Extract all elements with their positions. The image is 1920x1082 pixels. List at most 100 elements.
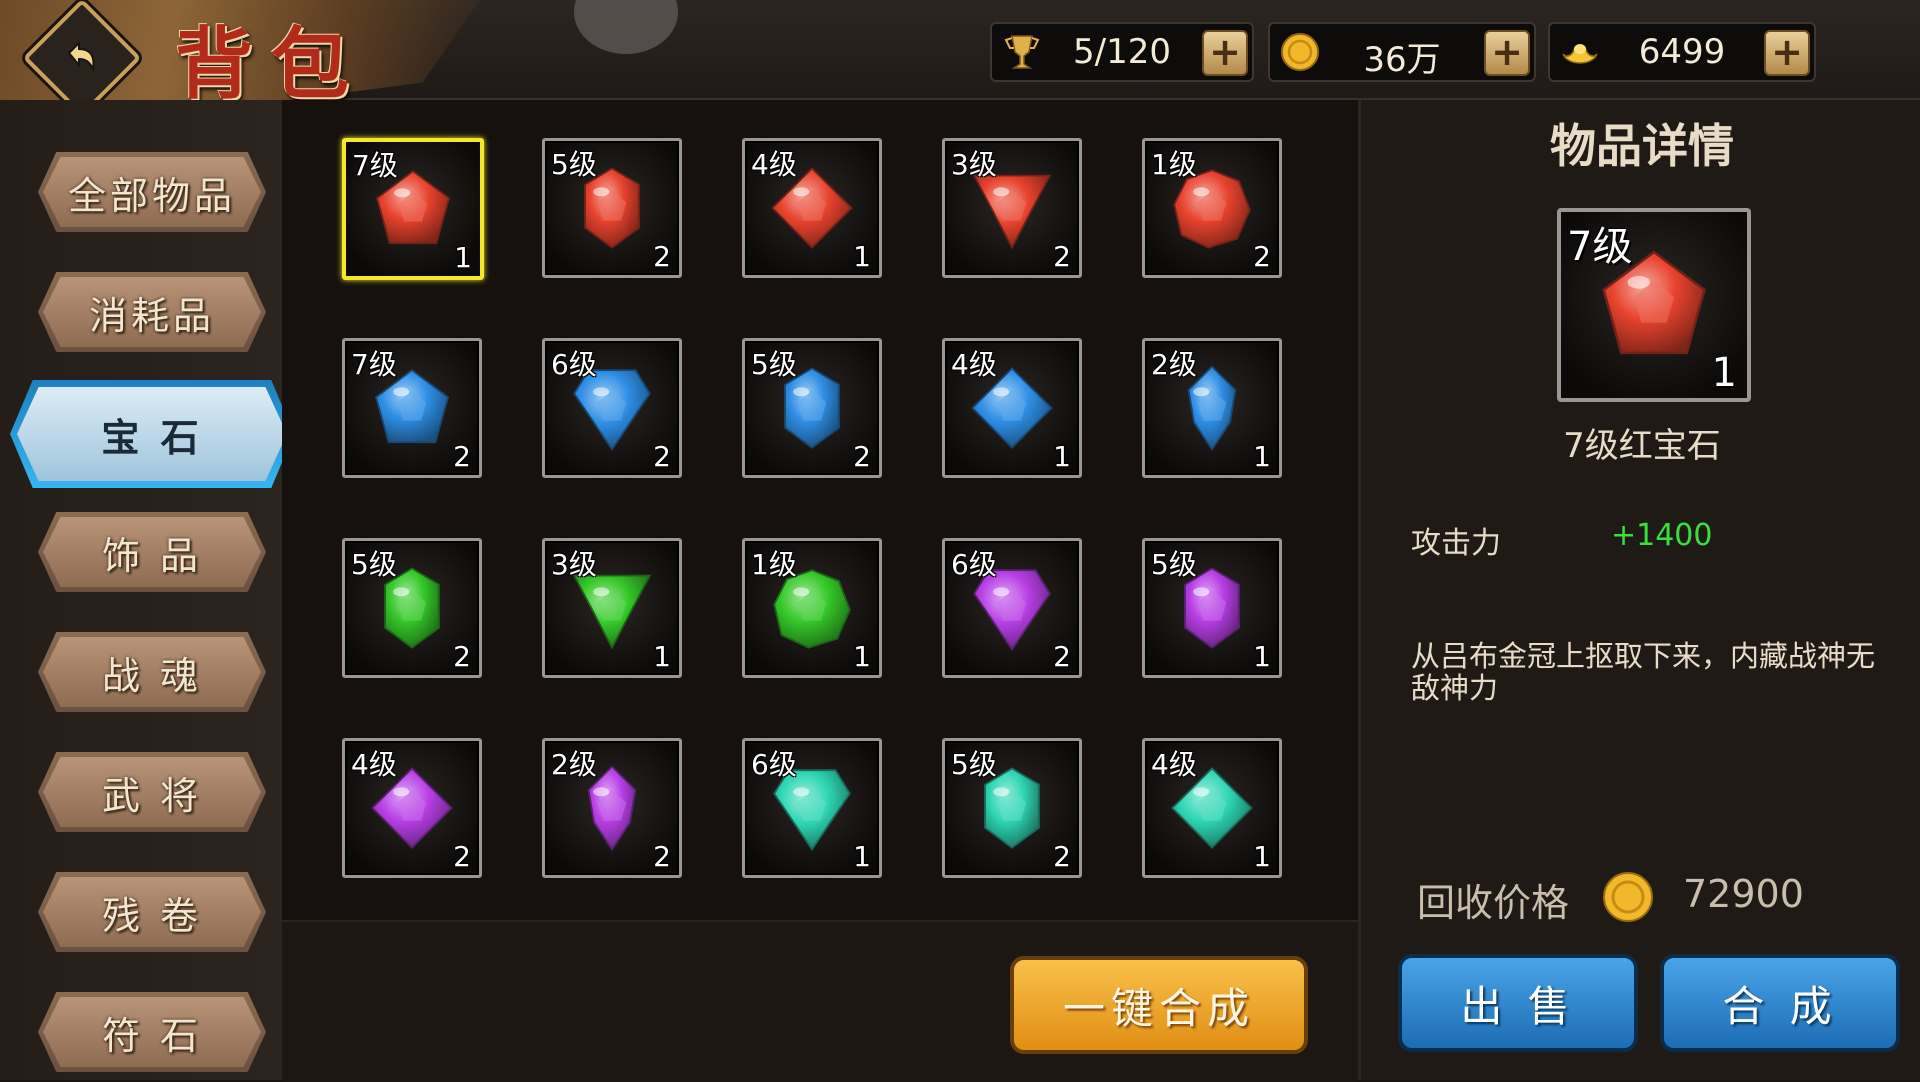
- gem-level: 2级: [1151, 348, 1197, 381]
- gem-level: 1级: [751, 548, 797, 581]
- gem-slot[interactable]: 6级 2: [542, 338, 682, 478]
- gem-slot[interactable]: 1级 1: [742, 538, 882, 678]
- gem-level: 5级: [1151, 548, 1197, 581]
- coin-icon: [1281, 33, 1319, 71]
- gem-level: 6级: [551, 348, 597, 381]
- gem-level: 5级: [351, 548, 397, 581]
- gem-count: 1: [853, 240, 871, 273]
- tab-label: 饰 品: [101, 533, 203, 578]
- trophy-icon: [1004, 35, 1040, 69]
- tab-generals[interactable]: 武 将: [38, 752, 266, 832]
- tab-label: 宝 石: [101, 415, 203, 460]
- coin-counter: 36万 +: [1268, 22, 1536, 82]
- tab-label: 消耗品: [88, 293, 215, 338]
- gem-level: 6级: [751, 748, 797, 781]
- tab-label: 符 石: [101, 1013, 203, 1058]
- gem-count: 1: [653, 640, 671, 673]
- add-gold-button[interactable]: +: [1764, 30, 1810, 76]
- tab-scroll-fragments[interactable]: 残 卷: [38, 872, 266, 952]
- gem-count: 1: [454, 241, 472, 274]
- gem-level: 5级: [551, 148, 597, 181]
- gem-slot[interactable]: 5级 1: [1142, 538, 1282, 678]
- gem-count: 2: [1253, 240, 1271, 273]
- gem-count: 2: [653, 440, 671, 473]
- tab-gems[interactable]: 宝 石: [10, 380, 294, 488]
- gem-level: 4级: [751, 148, 797, 181]
- gem-count: 1: [853, 640, 871, 673]
- recycle-price-value: 72900: [1683, 872, 1804, 916]
- gem-count: 2: [453, 640, 471, 673]
- capacity-counter: 5/120 +: [990, 22, 1254, 82]
- back-arrow-icon[interactable]: [44, 20, 114, 90]
- gem-slot[interactable]: 1级 2: [1142, 138, 1282, 278]
- gem-slot[interactable]: 2级 1: [1142, 338, 1282, 478]
- gem-slot[interactable]: 4级 2: [342, 738, 482, 878]
- capacity-value: 5/120: [1073, 32, 1171, 72]
- detail-item-name: 7级红宝石: [1563, 426, 1721, 466]
- detail-title: 物品详情: [1550, 119, 1734, 173]
- gem-count: 2: [653, 840, 671, 873]
- combine-all-button[interactable]: 一键合成: [1010, 956, 1308, 1054]
- item-description: 从吕布金冠上抠取下来，内藏战神无敌神力: [1411, 639, 1876, 705]
- page-title: 背包: [175, 19, 368, 110]
- gem-slot[interactable]: 6级 2: [942, 538, 1082, 678]
- sell-button[interactable]: 出 售: [1398, 954, 1638, 1052]
- stat-value: +1400: [1611, 518, 1713, 553]
- gem-count: 2: [1053, 840, 1071, 873]
- gem-count: 1: [853, 840, 871, 873]
- gem-count: 1: [1053, 440, 1071, 473]
- gem-level: 6级: [951, 548, 997, 581]
- gem-level: 4级: [1151, 748, 1197, 781]
- gem-slot[interactable]: 3级 2: [942, 138, 1082, 278]
- gem-slot[interactable]: 5级 2: [342, 538, 482, 678]
- tab-consumables[interactable]: 消耗品: [38, 272, 266, 352]
- tab-label: 残 卷: [101, 893, 203, 938]
- gem-level: 2级: [551, 748, 597, 781]
- gem-slot[interactable]: 4级 1: [942, 338, 1082, 478]
- gold-counter: 6499 +: [1548, 22, 1816, 82]
- category-sidebar: 全部物品 消耗品 宝 石 饰 品 战 魂 武 将 残 卷 符 石: [0, 100, 294, 1080]
- gem-slot[interactable]: 2级 2: [542, 738, 682, 878]
- detail-count: 1: [1711, 350, 1737, 396]
- gem-count: 2: [653, 240, 671, 273]
- add-coins-button[interactable]: +: [1484, 30, 1530, 76]
- recycle-price-label: 回收价格: [1417, 881, 1570, 925]
- tab-label: 武 将: [101, 773, 203, 818]
- stat-label: 攻击力: [1411, 526, 1501, 561]
- gem-level: 5级: [951, 748, 997, 781]
- gem-slot[interactable]: 5级 2: [542, 138, 682, 278]
- tab-rune-stones[interactable]: 符 石: [38, 992, 266, 1072]
- gem-slot[interactable]: 5级 2: [742, 338, 882, 478]
- gem-level: 3级: [951, 148, 997, 181]
- gold-value: 6499: [1638, 32, 1726, 72]
- gem-count: 2: [1053, 640, 1071, 673]
- gem-count: 1: [1253, 440, 1271, 473]
- coin-icon: [1603, 872, 1653, 922]
- gem-slot[interactable]: 4级 1: [742, 138, 882, 278]
- coin-value: 36万: [1363, 40, 1441, 80]
- gem-level: 5级: [751, 348, 797, 381]
- gem-count: 2: [453, 440, 471, 473]
- gem-level: 7级: [351, 348, 397, 381]
- gem-slot[interactable]: 6级 1: [742, 738, 882, 878]
- gem-level: 4级: [951, 348, 997, 381]
- tab-all-items[interactable]: 全部物品: [38, 152, 266, 232]
- tab-label: 战 魂: [101, 653, 203, 698]
- add-capacity-button[interactable]: +: [1202, 30, 1248, 76]
- synthesize-button[interactable]: 合 成: [1660, 954, 1900, 1052]
- gem-slot[interactable]: 7级 2: [342, 338, 482, 478]
- gold-ingot-icon: [1562, 44, 1598, 64]
- detail-item-icon: 7级 1: [1557, 208, 1751, 402]
- tab-war-souls[interactable]: 战 魂: [38, 632, 266, 712]
- tab-accessories[interactable]: 饰 品: [38, 512, 266, 592]
- gem-slot[interactable]: 7级 1: [342, 138, 484, 280]
- detail-level: 7级: [1567, 224, 1633, 270]
- gem-count: 1: [1253, 840, 1271, 873]
- gem-slot[interactable]: 4级 1: [1142, 738, 1282, 878]
- gem-slot[interactable]: 5级 2: [942, 738, 1082, 878]
- gem-slot[interactable]: 3级 1: [542, 538, 682, 678]
- gem-level: 3级: [551, 548, 597, 581]
- gem-count: 2: [1053, 240, 1071, 273]
- gem-count: 2: [853, 440, 871, 473]
- gem-level: 4级: [351, 748, 397, 781]
